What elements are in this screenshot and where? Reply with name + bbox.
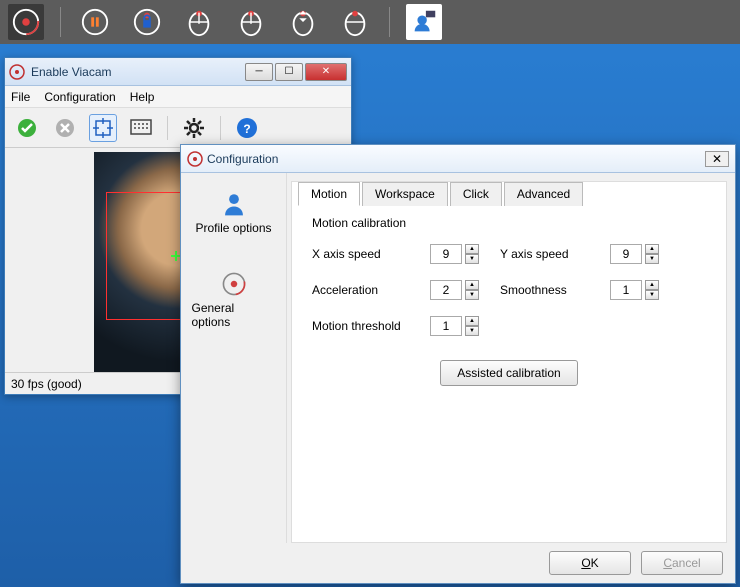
menu-configuration[interactable]: Configuration — [44, 90, 115, 104]
fps-status: 30 fps (good) — [11, 377, 82, 391]
yspeed-input[interactable] — [610, 244, 642, 264]
yspeed-label: Y axis speed — [500, 247, 610, 261]
threshold-down[interactable]: ▼ — [465, 326, 479, 336]
taskbar-click-left-icon[interactable] — [181, 4, 217, 40]
threshold-label: Motion threshold — [312, 319, 430, 333]
assisted-calibration-button[interactable]: Assisted calibration — [440, 360, 577, 386]
system-taskbar — [0, 0, 740, 44]
taskbar-click-right-icon[interactable] — [233, 4, 269, 40]
threshold-spinner[interactable]: ▲▼ — [430, 316, 500, 336]
smooth-label: Smoothness — [500, 283, 610, 297]
tab-click[interactable]: Click — [450, 182, 502, 206]
keyboard-button[interactable] — [127, 114, 155, 142]
sidebar-label-general: General options — [192, 301, 276, 329]
smooth-spinner[interactable]: ▲▼ — [610, 280, 680, 300]
threshold-up[interactable]: ▲ — [465, 316, 479, 326]
help-button[interactable]: ? — [233, 114, 261, 142]
accel-input[interactable] — [430, 280, 462, 300]
settings-button[interactable] — [180, 114, 208, 142]
close-button[interactable]: ✕ — [305, 63, 347, 81]
xspeed-input[interactable] — [430, 244, 462, 264]
xspeed-spinner[interactable]: ▲▼ — [430, 244, 500, 264]
config-main-panel: Motion Workspace Click Advanced Motion c… — [291, 181, 727, 543]
window-title: Enable Viacam — [31, 65, 245, 79]
toolbar: ? — [5, 108, 351, 148]
accel-spinner[interactable]: ▲▼ — [430, 280, 500, 300]
smooth-down[interactable]: ▼ — [645, 290, 659, 300]
tracking-button[interactable] — [89, 114, 117, 142]
titlebar[interactable]: Enable Viacam ─ ☐ ✕ — [5, 58, 351, 86]
menu-file[interactable]: File — [11, 90, 30, 104]
tab-advanced[interactable]: Advanced — [504, 182, 583, 206]
app-logo-icon — [9, 64, 25, 80]
xspeed-label: X axis speed — [312, 247, 430, 261]
accel-down[interactable]: ▼ — [465, 290, 479, 300]
xspeed-up[interactable]: ▲ — [465, 244, 479, 254]
taskbar-drag-icon[interactable] — [337, 4, 373, 40]
taskbar-click-middle-icon[interactable] — [285, 4, 321, 40]
configuration-dialog: Configuration ✕ Profile options General … — [180, 144, 736, 584]
disable-button[interactable] — [51, 114, 79, 142]
config-sidebar: Profile options General options — [181, 173, 287, 543]
config-close-button[interactable]: ✕ — [705, 151, 729, 167]
taskbar-app-icon[interactable] — [8, 4, 44, 40]
sidebar-label-profile: Profile options — [195, 221, 271, 235]
menu-bar: File Configuration Help — [5, 86, 351, 108]
accel-label: Acceleration — [312, 283, 430, 297]
config-tabs: Motion Workspace Click Advanced — [298, 181, 585, 205]
xspeed-down[interactable]: ▼ — [465, 254, 479, 264]
smooth-up[interactable]: ▲ — [645, 280, 659, 290]
minimize-button[interactable]: ─ — [245, 63, 273, 81]
svg-text:?: ? — [243, 122, 250, 136]
yspeed-down[interactable]: ▼ — [645, 254, 659, 264]
config-title: Configuration — [207, 152, 705, 166]
yspeed-spinner[interactable]: ▲▼ — [610, 244, 680, 264]
menu-help[interactable]: Help — [130, 90, 155, 104]
smooth-input[interactable] — [610, 280, 642, 300]
tab-workspace[interactable]: Workspace — [362, 182, 448, 206]
cancel-button[interactable]: Cancel — [641, 551, 723, 575]
taskbar-lock-icon[interactable] — [129, 4, 165, 40]
sidebar-item-general[interactable]: General options — [186, 265, 282, 335]
accel-up[interactable]: ▲ — [465, 280, 479, 290]
enable-button[interactable] — [13, 114, 41, 142]
config-titlebar[interactable]: Configuration ✕ — [181, 145, 735, 173]
yspeed-up[interactable]: ▲ — [645, 244, 659, 254]
motion-tab-content: Motion calibration X axis speed ▲▼ Y axi… — [292, 182, 726, 402]
threshold-input[interactable] — [430, 316, 462, 336]
sidebar-item-profile[interactable]: Profile options — [186, 185, 282, 241]
tab-motion[interactable]: Motion — [298, 182, 360, 206]
motion-group-label: Motion calibration — [312, 216, 710, 230]
taskbar-pause-icon[interactable] — [77, 4, 113, 40]
ok-button[interactable]: OK — [549, 551, 631, 575]
app-logo-icon — [187, 151, 203, 167]
maximize-button[interactable]: ☐ — [275, 63, 303, 81]
taskbar-contacts-icon[interactable] — [406, 4, 442, 40]
